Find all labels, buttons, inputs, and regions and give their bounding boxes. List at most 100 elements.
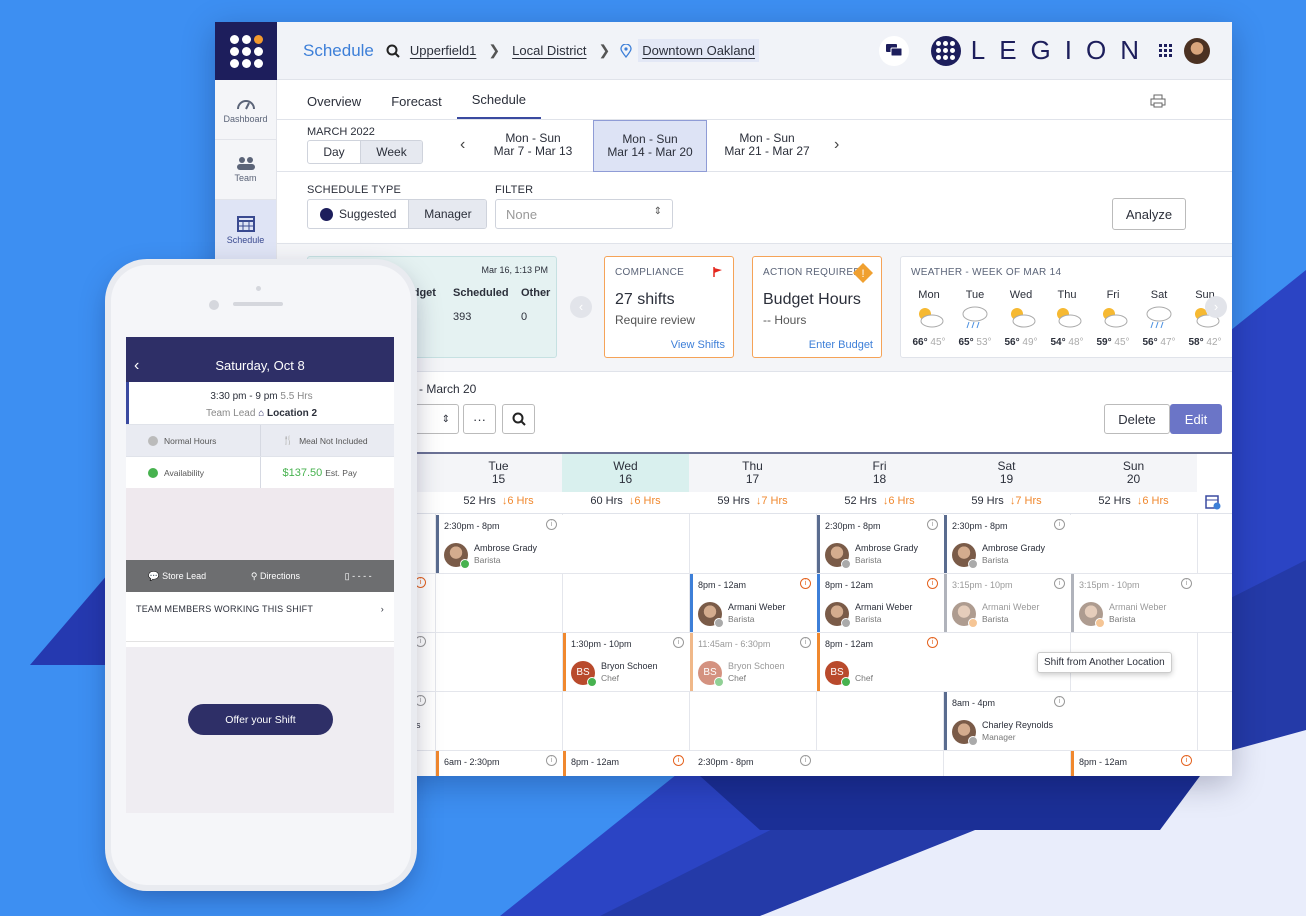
info-icon[interactable]: i: [546, 519, 557, 530]
filter-select[interactable]: None ⇕: [495, 199, 673, 229]
sidebar-item-label: Team: [234, 173, 257, 183]
info-icon[interactable]: i: [927, 578, 938, 589]
breadcrumb-location[interactable]: Downtown Oakland: [638, 39, 760, 62]
shift-card[interactable]: 2:30pm - 8pm i Ambrose Grady Barista: [817, 515, 944, 573]
app-logo[interactable]: [215, 22, 277, 80]
shift-card[interactable]: 8pm - 12am i Armani Weber Barista: [690, 574, 817, 632]
employee-role: Chef: [728, 673, 746, 683]
tab-bar: Overview Forecast Schedule: [277, 80, 1232, 120]
phone-button[interactable]: ▯ - - - -: [345, 571, 372, 582]
info-icon[interactable]: i: [415, 695, 426, 706]
info-icon[interactable]: i: [1054, 519, 1065, 530]
info-icon[interactable]: i: [415, 636, 426, 647]
contact-bar: 💬 Store Lead ⚲ Directions ▯ - - - -: [126, 560, 394, 592]
shift-card[interactable]: 2:30pm - 8pm i: [690, 751, 817, 776]
sidebar-item-schedule[interactable]: Schedule: [215, 200, 276, 260]
info-icon[interactable]: i: [800, 578, 811, 589]
shift-color-bar: [817, 574, 820, 632]
shift-color-bar: [563, 633, 566, 691]
shift-color-bar: [690, 633, 693, 691]
week-option-current[interactable]: Mon - Sun Mar 14 - Mar 20: [593, 120, 707, 172]
info-icon[interactable]: i: [800, 755, 811, 766]
suggested-toggle[interactable]: Suggested: [308, 200, 408, 228]
sensor-icon: [256, 286, 261, 291]
info-icon[interactable]: i: [1054, 696, 1065, 707]
analyze-button[interactable]: Analyze: [1112, 198, 1186, 230]
sidebar-item-team[interactable]: Team: [215, 140, 276, 200]
day-toggle[interactable]: Day: [308, 141, 360, 163]
breadcrumb-district[interactable]: Local District: [512, 43, 586, 58]
search-icon[interactable]: [386, 44, 400, 58]
calendar-settings-icon[interactable]: [1205, 494, 1221, 510]
info-icon[interactable]: i: [546, 755, 557, 766]
carousel-next-icon[interactable]: ›: [1205, 296, 1227, 318]
next-week-arrow[interactable]: ›: [834, 136, 839, 154]
edit-button[interactable]: Edit: [1170, 404, 1222, 434]
shift-card[interactable]: 1:30pm - 10pm i BS Bryon Schoen Chef: [563, 633, 690, 691]
view-select[interactable]: ⇕: [409, 404, 459, 434]
day-header-sat[interactable]: Sat 19: [943, 454, 1070, 492]
team-members-link[interactable]: TEAM MEMBERS WORKING THIS SHIFT ›: [126, 592, 394, 642]
shift-card[interactable]: 3:15pm - 10pm i Armani Weber Barista: [1071, 574, 1198, 632]
shift-time: 11:45am - 6:30pm: [698, 639, 771, 649]
directions-button[interactable]: ⚲ Directions: [251, 571, 300, 582]
employee-name: Charley Reynolds: [982, 720, 1054, 730]
breadcrumb-upperfield[interactable]: Upperfield1: [410, 43, 477, 58]
info-icon[interactable]: i: [1181, 755, 1192, 766]
shift-card[interactable]: 11:45am - 6:30pm i BS Bryon Schoen Chef: [690, 633, 817, 691]
weather-day: Mon 66° 45°: [909, 289, 949, 348]
info-icon[interactable]: i: [800, 637, 811, 648]
day-header-tue[interactable]: Tue 15: [435, 454, 562, 492]
store-lead-button[interactable]: 💬 Store Lead: [148, 571, 206, 582]
day-header-wed[interactable]: Wed 16: [562, 454, 689, 492]
shift-color-bar: [563, 751, 566, 776]
view-shifts-link[interactable]: View Shifts: [671, 339, 725, 351]
rain-icon: [955, 305, 995, 331]
shift-card[interactable]: 3:15pm - 10pm i Armani Weber Barista: [944, 574, 1071, 632]
sidebar-item-dashboard[interactable]: Dashboard: [215, 80, 276, 140]
search-button[interactable]: [502, 404, 535, 434]
info-icon[interactable]: i: [927, 637, 938, 648]
shift-card[interactable]: 6am - 2:30pm i: [436, 751, 563, 776]
day-number: 17: [745, 472, 760, 486]
shift-card[interactable]: 8pm - 12am i Armani Weber Barista: [817, 574, 944, 632]
day-header-sun[interactable]: Sun 20: [1070, 454, 1197, 492]
manager-toggle[interactable]: Manager: [408, 200, 487, 228]
info-icon[interactable]: i: [673, 637, 684, 648]
tab-forecast[interactable]: Forecast: [376, 94, 457, 119]
week-toggle[interactable]: Week: [360, 141, 422, 163]
tab-overview[interactable]: Overview: [292, 94, 376, 119]
print-icon[interactable]: [1150, 94, 1166, 108]
shift-card[interactable]: 8pm - 12am i: [563, 751, 690, 776]
carousel-prev-icon[interactable]: ‹: [570, 296, 592, 318]
prev-week-arrow[interactable]: ‹: [460, 136, 465, 154]
day-hours-summary: 52 Hrs ↓6 Hrs: [816, 495, 943, 507]
shift-card[interactable]: 8pm - 12am i BS Chef: [817, 633, 944, 691]
shift-card[interactable]: 8pm - 12am i: [1071, 751, 1198, 776]
info-icon[interactable]: i: [927, 519, 938, 530]
enter-budget-link[interactable]: Enter Budget: [809, 339, 873, 351]
employee-avatar: [444, 543, 470, 569]
info-icon[interactable]: i: [415, 577, 426, 588]
week-option-prev[interactable]: Mon - Sun Mar 7 - Mar 13: [476, 120, 590, 172]
info-icon[interactable]: i: [673, 755, 684, 766]
user-avatar[interactable]: [1184, 37, 1210, 64]
more-options-button[interactable]: ···: [463, 404, 496, 434]
shift-card[interactable]: 2:30pm - 8pm i Ambrose Grady Barista: [944, 515, 1071, 573]
day-header-fri[interactable]: Fri 18: [816, 454, 943, 492]
delete-button[interactable]: Delete: [1104, 404, 1170, 434]
day-header-thu[interactable]: Thu 17: [689, 454, 816, 492]
offer-shift-button[interactable]: Offer your Shift: [188, 704, 333, 735]
shift-card[interactable]: 2:30pm - 8pm i Ambrose Grady Barista: [436, 515, 563, 573]
back-arrow-icon[interactable]: ‹: [134, 337, 139, 395]
week-option-next[interactable]: Mon - Sun Mar 21 - Mar 27: [710, 120, 824, 172]
chat-icon[interactable]: [878, 35, 909, 66]
tab-schedule[interactable]: Schedule: [456, 92, 541, 119]
shift-card[interactable]: 8am - 4pm i Charley Reynolds Manager: [944, 692, 1071, 750]
shift-time: 6am - 2:30pm: [444, 757, 500, 767]
info-icon[interactable]: i: [1054, 578, 1065, 589]
app-grid-icon[interactable]: [1159, 44, 1172, 57]
card-title: ACTION REQUIRED: [763, 267, 861, 278]
info-icon[interactable]: i: [1181, 578, 1192, 589]
day-hours-summary: 52 Hrs ↓6 Hrs: [435, 495, 562, 507]
